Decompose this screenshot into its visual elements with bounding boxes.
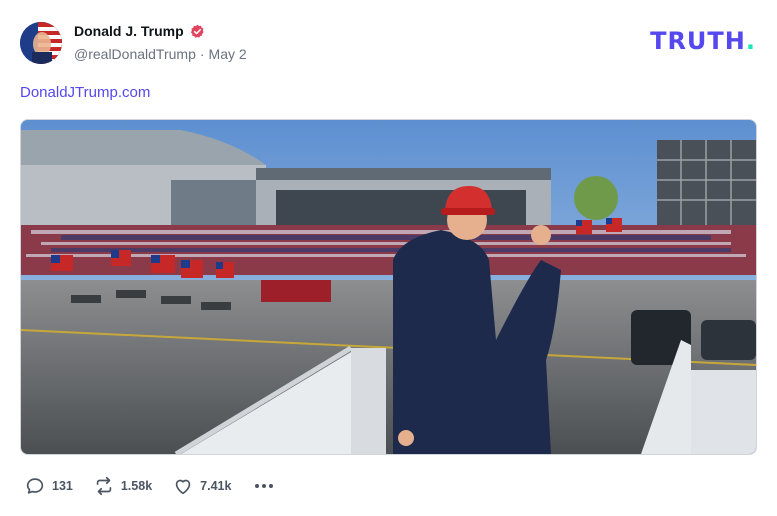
truth-logo[interactable]: TRUTH. [650,27,756,55]
like-button[interactable]: 7.41k [172,475,231,497]
reply-bubble-icon [26,478,44,494]
post-media-image[interactable] [20,119,757,455]
more-dots-icon[interactable] [251,480,277,492]
like-count: 7.41k [200,479,232,493]
author-display-name[interactable]: Donald J. Trump [74,23,184,39]
post-actions: 131 1.58k 7.41k [24,475,277,497]
post-date[interactable]: May 2 [209,46,247,62]
retruth-count: 1.58k [120,479,153,493]
truth-logo-dot: . [745,27,756,55]
rally-photo [21,120,756,454]
retruth-button[interactable]: 1.58k [93,475,152,497]
author-handle[interactable]: @realDonaldTrump [74,46,196,62]
more-dot [255,484,260,488]
verified-badge-icon [190,24,204,38]
reply-count: 131 [52,479,73,493]
post-link[interactable]: DonaldJTrump.com [20,84,150,101]
author-meta-row: @realDonaldTrump · May 2 [74,46,247,62]
truth-post: Donald J. Trump @realDonaldTrump · May 2… [0,0,777,516]
more-dot [262,484,267,488]
avatar-image [20,22,62,64]
reply-button[interactable]: 131 [24,475,73,497]
heart-icon [175,479,191,495]
avatar[interactable] [20,22,62,64]
more-dot [269,484,274,488]
retruth-icon [96,476,112,496]
meta-separator: · [199,46,205,62]
truth-logo-text: TRUTH [650,27,746,55]
author-name-row: Donald J. Trump [74,23,205,39]
